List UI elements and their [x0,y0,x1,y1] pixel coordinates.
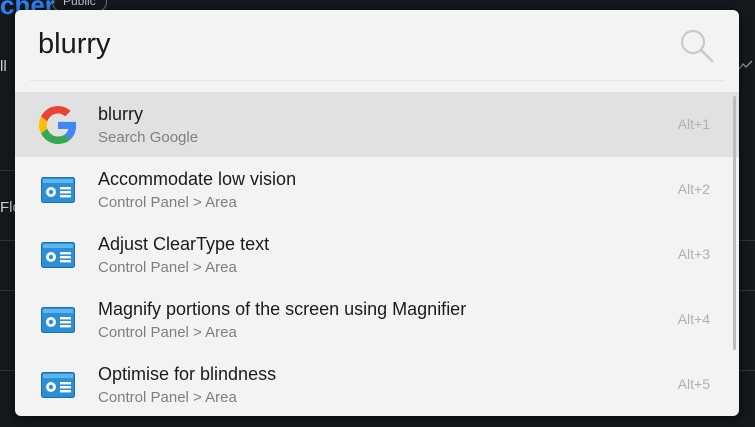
divider [0,290,15,291]
result-subtitle: Control Panel > Area [98,194,237,211]
result-subtitle: Control Panel > Area [98,389,237,406]
result-title: Optimise for blindness [98,364,277,384]
divider [0,370,15,371]
result-shortcut: Alt+1 [677,116,710,132]
result-subtitle: Control Panel > Area [98,259,237,276]
divider [0,240,15,241]
scrollbar[interactable] [733,96,736,350]
result-title: Accommodate low vision [98,169,297,189]
result-shortcut: Alt+2 [677,181,710,197]
activity-graph-icon [739,60,753,70]
result-title: Adjust ClearType text [98,234,270,254]
background-text-fragment: ll [0,58,7,75]
search-bar: blurry [15,10,739,80]
result-title: Magnify portions of the screen using Mag… [98,299,467,319]
result-item[interactable]: Accommodate low vision Control Panel > Ar… [15,157,739,222]
divider [739,370,755,371]
result-title: blurry [98,104,144,124]
result-item[interactable]: blurry Search Google Alt+1 [15,92,739,157]
result-shortcut: Alt+3 [677,246,710,262]
control-panel-icon [39,236,77,274]
result-shortcut: Alt+5 [677,376,710,392]
result-item[interactable]: Optimise for blindness Control Panel > Ar… [15,352,739,416]
control-panel-icon [39,171,77,209]
result-shortcut: Alt+4 [677,311,710,327]
control-panel-icon [39,301,77,339]
result-item[interactable]: Magnify portions of the screen using Mag… [15,287,739,352]
google-icon [39,106,77,144]
search-icon[interactable] [679,28,715,64]
result-list: blurry Search Google Alt+1 Accommodate low … [15,92,739,416]
divider [739,290,755,291]
result-subtitle: Control Panel > Area [98,324,237,341]
divider [739,240,755,241]
divider [30,80,724,81]
search-input[interactable]: blurry [38,28,111,61]
launcher-window: blurry blurry Search Google Alt+1 Accommoda… [15,10,739,416]
control-panel-icon [39,366,77,404]
divider [0,170,15,171]
result-item[interactable]: Adjust ClearType text Control Panel > Are… [15,222,739,287]
result-subtitle: Search Google [98,129,199,146]
